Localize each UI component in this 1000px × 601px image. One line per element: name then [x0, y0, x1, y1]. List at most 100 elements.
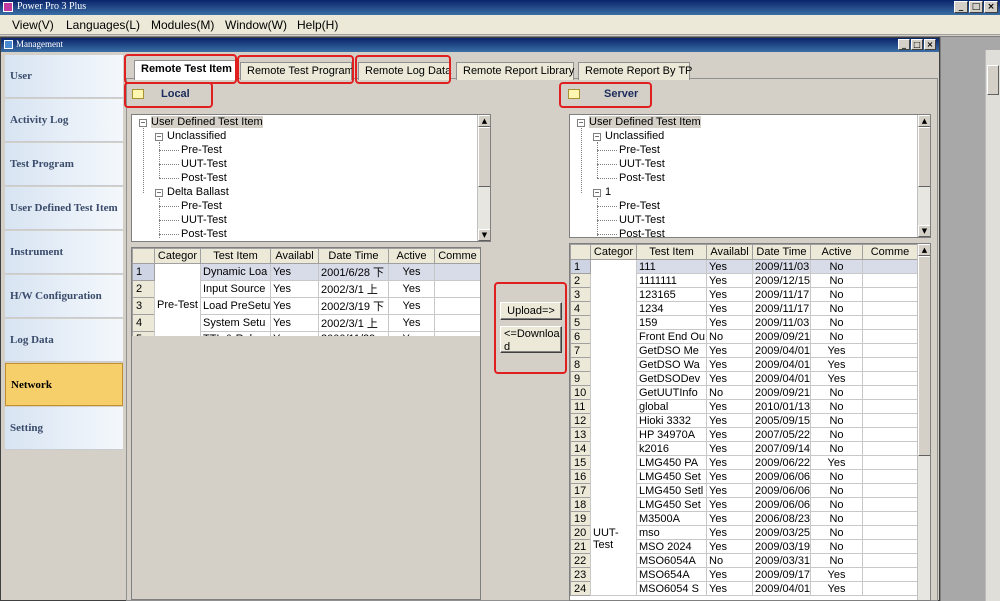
tab-remote-report-library[interactable]: Remote Report Library — [456, 62, 574, 80]
collapse-icon[interactable]: − — [139, 119, 147, 127]
test-item-cell: 123165 — [636, 287, 707, 302]
server-tree-scrollbar[interactable]: ▲ ▼ — [917, 115, 930, 237]
tree-connector — [159, 234, 179, 235]
tree-node-folder[interactable]: Unclassified — [167, 130, 226, 142]
column-header[interactable]: Active — [810, 244, 863, 260]
server-tree[interactable]: − User Defined Test Item − Unclassified … — [569, 114, 931, 238]
local-tree[interactable]: − User Defined Test Item − Unclassified … — [131, 114, 491, 242]
collapse-icon[interactable]: − — [593, 189, 601, 197]
tree-node-leaf[interactable]: Pre-Test — [181, 144, 222, 156]
menu-window[interactable]: Window(W) — [225, 18, 287, 32]
local-table[interactable]: Categor Test Item Availabl Date Time Act… — [131, 247, 481, 600]
tree-node-leaf[interactable]: Pre-Test — [619, 144, 660, 156]
main-vertical-scrollbar[interactable] — [985, 50, 1000, 601]
column-header[interactable]: Availabl — [706, 244, 753, 260]
column-header[interactable]: Active — [388, 248, 435, 264]
tree-node-folder[interactable]: 1 — [605, 186, 611, 198]
management-maximize-button[interactable]: □ — [911, 39, 923, 50]
close-button[interactable]: × — [984, 1, 998, 13]
table-row[interactable]: 1 Pre-Test Dynamic Loa Yes 2001/6/28 下 Y… — [132, 263, 480, 346]
scroll-up-arrow-icon[interactable]: ▲ — [918, 244, 930, 256]
sidebar-item-user[interactable]: User — [5, 55, 123, 98]
scroll-down-arrow-icon[interactable]: ▼ — [478, 229, 490, 241]
sidebar-item-log-data[interactable]: Log Data — [5, 319, 123, 362]
scroll-up-arrow-icon[interactable]: ▲ — [918, 115, 930, 127]
tree-node-root[interactable]: User Defined Test Item — [151, 116, 263, 128]
tree-node-leaf[interactable]: Post-Test — [181, 228, 227, 240]
upload-button[interactable]: Upload=> — [500, 302, 562, 320]
scroll-down-arrow-icon[interactable]: ▼ — [918, 225, 930, 237]
collapse-icon[interactable]: − — [577, 119, 585, 127]
table-row[interactable]: 1 UUT-Test 111 Yes 2009/11/03 No — [570, 259, 918, 596]
column-header[interactable]: Comme — [862, 244, 918, 260]
row-number: 23 — [570, 567, 591, 582]
menu-help[interactable]: Help(H) — [297, 18, 338, 32]
server-table-scrollbar[interactable]: ▲ — [917, 244, 930, 600]
menu-view[interactable]: View(V) — [12, 18, 54, 32]
local-tree-scrollbar[interactable]: ▲ ▼ — [477, 115, 490, 241]
column-header[interactable]: Availabl — [270, 248, 319, 264]
date-cell: 2009/11/03 — [752, 259, 811, 274]
scroll-thumb[interactable] — [987, 65, 999, 95]
maximize-button[interactable]: □ — [969, 1, 983, 13]
column-header[interactable]: Date Time — [752, 244, 811, 260]
tree-node-leaf[interactable]: UUT-Test — [181, 214, 227, 226]
sidebar-item-instrument[interactable]: Instrument — [5, 231, 123, 274]
row-number: 19 — [570, 511, 591, 526]
scroll-thumb[interactable] — [478, 127, 490, 187]
comment-cell — [862, 539, 918, 554]
column-header[interactable]: Date Time — [318, 248, 389, 264]
column-header-rownum — [570, 244, 591, 260]
tree-node-leaf[interactable]: Post-Test — [619, 172, 665, 184]
test-item-cell: MSO 2024 — [636, 539, 707, 554]
tree-node-leaf[interactable]: Post-Test — [181, 172, 227, 184]
column-header[interactable]: Test Item — [636, 244, 707, 260]
collapse-icon[interactable]: − — [155, 189, 163, 197]
server-table[interactable]: Categor Test Item Availabl Date Time Act… — [569, 243, 931, 601]
tree-node-folder[interactable]: Unclassified — [605, 130, 664, 142]
column-header[interactable]: Categor — [590, 244, 637, 260]
sidebar-item-activity-log[interactable]: Activity Log — [5, 99, 123, 142]
management-minimize-button[interactable]: _ — [898, 39, 910, 50]
tree-node-leaf[interactable]: Post-Test — [619, 228, 665, 237]
test-item-cell: GetUUTInfo — [636, 385, 707, 400]
test-item-cell: LMG450 Set — [636, 469, 707, 484]
date-cell: 2009/06/22 — [752, 455, 811, 470]
menu-modules[interactable]: Modules(M) — [151, 18, 214, 32]
tree-connector — [597, 206, 617, 207]
tree-node-folder[interactable]: Delta Ballast — [167, 186, 229, 198]
row-number: 4 — [570, 301, 591, 316]
tree-node-root[interactable]: User Defined Test Item — [589, 116, 701, 128]
row-number: 16 — [570, 469, 591, 484]
column-header[interactable]: Comme — [434, 248, 480, 264]
tree-node-leaf[interactable]: UUT-Test — [619, 214, 665, 226]
sidebar-item-test-program[interactable]: Test Program — [5, 143, 123, 186]
sidebar-item-network[interactable]: Network — [5, 363, 123, 406]
management-close-button[interactable]: × — [924, 39, 936, 50]
tree-node-leaf[interactable]: UUT-Test — [619, 158, 665, 170]
download-button[interactable]: <=Downloa d — [500, 326, 562, 353]
minimize-button[interactable]: _ — [954, 1, 968, 13]
sidebar-item-user-defined-test-item[interactable]: User Defined Test Item — [5, 187, 123, 230]
sidebar-item-label: Test Program — [10, 158, 74, 170]
tree-node-leaf[interactable]: Pre-Test — [619, 200, 660, 212]
tree-node-leaf[interactable]: UUT-Test — [181, 158, 227, 170]
collapse-icon[interactable]: − — [593, 133, 601, 141]
active-cell: No — [810, 525, 863, 540]
row-number: 21 — [570, 539, 591, 554]
tree-node-leaf[interactable]: Pre-Test — [181, 200, 222, 212]
available-cell: Yes — [706, 399, 753, 414]
scroll-up-arrow-icon[interactable]: ▲ — [478, 115, 490, 127]
scroll-thumb[interactable] — [918, 256, 930, 456]
column-header[interactable]: Categor — [154, 248, 201, 264]
tab-remote-report-by-tp[interactable]: Remote Report By TP — [578, 62, 692, 80]
comment-cell — [862, 329, 918, 344]
sidebar-item-hw-configuration[interactable]: H/W Configuration — [5, 275, 123, 318]
scroll-thumb[interactable] — [918, 127, 930, 187]
menu-languages[interactable]: Languages(L) — [66, 18, 140, 32]
tree-connector — [597, 178, 617, 179]
sidebar-item-setting[interactable]: Setting — [5, 407, 123, 450]
collapse-icon[interactable]: − — [155, 133, 163, 141]
available-cell: Yes — [706, 413, 753, 428]
column-header[interactable]: Test Item — [200, 248, 271, 264]
